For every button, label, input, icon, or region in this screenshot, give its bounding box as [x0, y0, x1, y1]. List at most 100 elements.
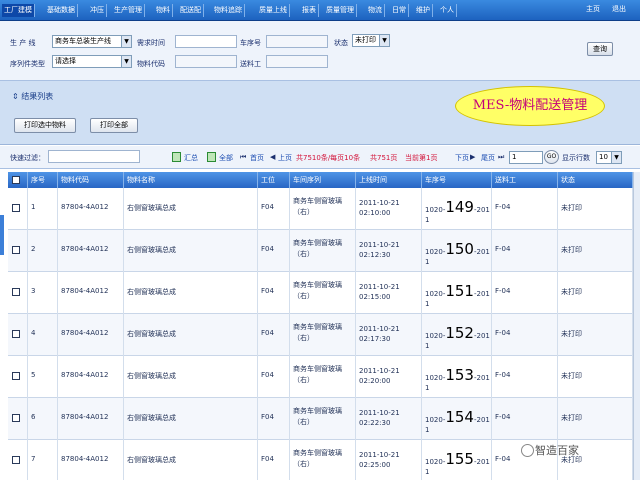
col-code[interactable]: 物料代码	[58, 172, 124, 188]
nav-item-material[interactable]: 物料	[154, 4, 173, 17]
row-checkbox[interactable]	[12, 204, 20, 212]
nav-item-logistics[interactable]: 物流	[366, 4, 385, 17]
home-link[interactable]: 主页	[586, 4, 600, 14]
row-car-seq: 1020-149-201 1	[425, 198, 490, 224]
print-selected-button[interactable]: 打印选中物料	[14, 118, 76, 133]
row-no: 5	[31, 371, 36, 379]
table-row[interactable]: 3 87804-4A012 右侧窗玻璃总成 F04 商务车侧窗玻璃（右） 2011-10-…	[8, 272, 633, 314]
row-checkbox[interactable]	[12, 372, 20, 380]
col-series[interactable]: 车间序列	[290, 172, 356, 188]
excel-icon[interactable]	[207, 152, 216, 162]
collapse-icon[interactable]: ⇕	[12, 92, 21, 101]
nav-item-maintenance[interactable]: 维护	[414, 4, 433, 17]
delivery-worker-input[interactable]	[266, 55, 328, 68]
row-material-name: 右侧窗玻璃总成	[127, 204, 176, 212]
table-row[interactable]: 5 87804-4A012 右侧窗玻璃总成 F04 商务车侧窗玻璃（右） 2011-10-…	[8, 356, 633, 398]
last-page-link[interactable]: 尾页	[481, 153, 495, 163]
col-station[interactable]: 工位	[258, 172, 290, 188]
row-station-cell: F04	[258, 314, 290, 356]
next-page-icon[interactable]: ▶	[470, 153, 475, 161]
row-time: 2011-10-21 02:22:30	[359, 409, 400, 427]
quick-filter-input[interactable]	[48, 150, 140, 163]
row-no-cell: 2	[28, 230, 58, 272]
excel-icon[interactable]	[172, 152, 181, 162]
col-car-seq[interactable]: 车序号	[422, 172, 492, 188]
select-all-checkbox[interactable]	[12, 176, 20, 184]
material-code-input[interactable]	[175, 55, 237, 68]
query-button[interactable]: 查询	[587, 42, 613, 56]
table-row[interactable]: 1 87804-4A012 右侧窗玻璃总成 F04 商务车侧窗玻璃（右） 2011-10-…	[8, 188, 633, 230]
print-all-button[interactable]: 打印全部	[90, 118, 138, 133]
nav-item-material-tracking[interactable]: 物料追踪	[212, 4, 245, 17]
row-time: 2011-10-21 02:17:30	[359, 325, 400, 343]
row-material-code: 87804-4A012	[61, 329, 109, 337]
go-button[interactable]: GO	[544, 150, 559, 164]
col-worker[interactable]: 送料工	[492, 172, 558, 188]
logout-link[interactable]: 退出	[612, 4, 626, 14]
first-page-link[interactable]: 首页	[250, 153, 264, 163]
prev-page-icon[interactable]: ◀	[270, 153, 275, 161]
export-selected-link[interactable]: 汇总	[184, 153, 198, 163]
row-worker: F-04	[495, 203, 511, 211]
row-checkbox[interactable]	[12, 330, 20, 338]
row-checkbox[interactable]	[12, 414, 20, 422]
row-no-cell: 6	[28, 398, 58, 440]
next-page-link[interactable]: 下页	[455, 153, 469, 163]
vertical-scrollbar[interactable]	[633, 172, 640, 480]
side-splitter[interactable]	[0, 215, 4, 255]
col-time[interactable]: 上线时间	[356, 172, 422, 188]
sequence-type-select[interactable]: 请选择 ▼	[52, 55, 132, 68]
select-all-cell	[8, 172, 28, 188]
wechat-icon	[521, 444, 534, 457]
row-material-name: 右侧窗玻璃总成	[127, 288, 176, 296]
demand-time-input[interactable]	[175, 35, 237, 48]
row-material-name: 右侧窗玻璃总成	[127, 414, 176, 422]
status-select[interactable]: 未打印 ▼	[352, 34, 390, 47]
row-worker: F-04	[495, 455, 511, 463]
demand-time-label: 需求时间	[137, 39, 165, 47]
car-number-label: 车序号	[240, 39, 261, 47]
table-row[interactable]: 2 87804-4A012 右侧窗玻璃总成 F04 商务车侧窗玻璃（右） 2011-10-…	[8, 230, 633, 272]
nav-item-quality-online[interactable]: 质量上线	[257, 4, 290, 17]
production-line-label: 生 产 线	[10, 39, 36, 47]
col-name[interactable]: 物料名称	[124, 172, 258, 188]
row-code-cell: 87804-4A012	[58, 440, 124, 480]
nav-item-daily[interactable]: 日常	[390, 4, 409, 17]
row-time-cell: 2011-10-21 02:20:00	[356, 356, 422, 398]
production-line-select[interactable]: 商务车总装生产线 ▼	[52, 35, 132, 48]
nav-item-quality[interactable]: 质量管理	[324, 4, 357, 17]
nav-item-personal[interactable]: 个人	[438, 4, 457, 17]
first-page-icon[interactable]: ⏮	[240, 153, 246, 162]
table-row[interactable]: 4 87804-4A012 右侧窗玻璃总成 F04 商务车侧窗玻璃（右） 2011-10-…	[8, 314, 633, 356]
prev-page-link[interactable]: 上页	[278, 153, 292, 163]
row-time-cell: 2011-10-21 02:12:30	[356, 230, 422, 272]
row-material-code: 87804-4A012	[61, 245, 109, 253]
row-no-cell: 3	[28, 272, 58, 314]
col-status[interactable]: 状态	[558, 172, 633, 188]
nav-item-factory-modeling[interactable]: 工厂建模	[2, 4, 35, 17]
row-no: 3	[31, 287, 36, 295]
page-number-input[interactable]: 1	[509, 151, 543, 164]
nav-item-distribution[interactable]: 配送配	[178, 4, 204, 17]
pager-bar: 快速过滤： 汇总 全部 ⏮ 首页 ◀ 上页 共7510条/每页10条 共751页…	[0, 146, 640, 169]
row-carseq-cell: 1020-153-201 1	[422, 356, 492, 398]
car-number-input[interactable]	[266, 35, 328, 48]
last-page-icon[interactable]: ⏭	[498, 153, 504, 162]
row-status-cell: 未打印	[558, 356, 633, 398]
row-checkbox[interactable]	[12, 456, 20, 464]
nav-item-basic-data[interactable]: 基础数据	[45, 4, 78, 17]
rows-per-page-select[interactable]: 10 ▼	[596, 151, 622, 164]
export-all-link[interactable]: 全部	[219, 153, 233, 163]
row-status: 未打印	[561, 414, 582, 422]
row-station-cell: F04	[258, 272, 290, 314]
row-material-name: 右侧窗玻璃总成	[127, 372, 176, 380]
col-seq[interactable]: 序号	[28, 172, 58, 188]
nav-item-production[interactable]: 生产管理	[112, 4, 145, 17]
row-checkbox[interactable]	[12, 288, 20, 296]
row-series: 商务车侧窗玻璃（右）	[293, 407, 342, 426]
nav-item-stamping[interactable]: 冲压	[88, 4, 107, 17]
row-station-cell: F04	[258, 356, 290, 398]
nav-item-reports[interactable]: 报表	[300, 4, 319, 17]
table-row[interactable]: 6 87804-4A012 右侧窗玻璃总成 F04 商务车侧窗玻璃（右） 2011-10-…	[8, 398, 633, 440]
row-checkbox[interactable]	[12, 246, 20, 254]
